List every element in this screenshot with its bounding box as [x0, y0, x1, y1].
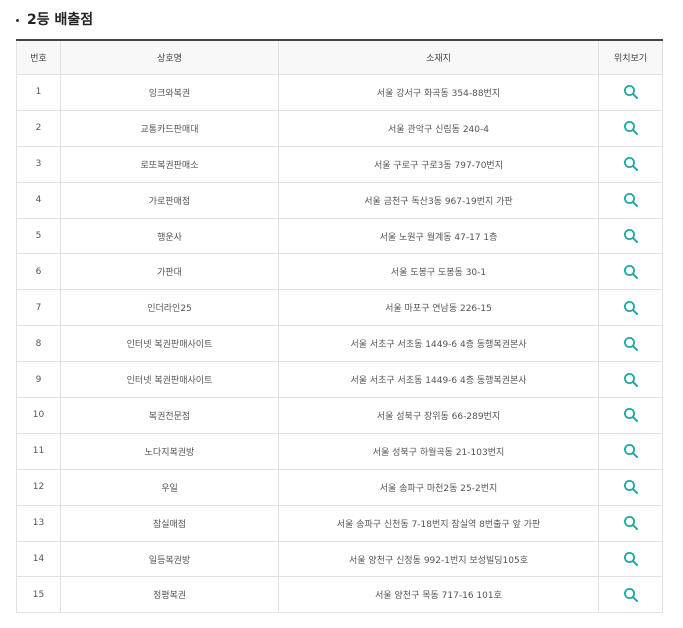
table-row: 5 행운사 서울 노원구 월계동 47-17 1층 [16, 217, 663, 255]
store-name: 로또복권판매소 [60, 145, 279, 183]
search-icon[interactable] [623, 479, 639, 495]
store-name: 일등복권방 [60, 540, 279, 578]
store-address: 서울 송파구 신천동 7-18번지 잠실역 8번출구 앞 가판 [278, 504, 599, 542]
search-icon[interactable] [623, 84, 639, 100]
store-name: 잠실매점 [60, 504, 279, 542]
location-cell [598, 432, 663, 470]
col-header-address: 소재지 [278, 39, 599, 75]
table-row: 15 정평복권 서울 양천구 목동 717-16 101호 [16, 576, 663, 614]
search-icon[interactable] [623, 515, 639, 531]
location-cell [598, 181, 663, 219]
store-address: 서울 도봉구 도봉동 30-1 [278, 253, 599, 291]
location-cell [598, 109, 663, 147]
location-cell [598, 289, 663, 327]
store-address: 서울 금천구 독산3동 967-19번지 가판 [278, 181, 599, 219]
store-name: 노다지복권방 [60, 432, 279, 470]
table-row: 14 일등복권방 서울 양천구 신정동 992-1번지 보성빌딩105호 [16, 540, 663, 578]
search-icon[interactable] [623, 264, 639, 280]
table-row: 6 가판대 서울 도봉구 도봉동 30-1 [16, 253, 663, 291]
row-number: 11 [16, 432, 61, 470]
store-name: 인터넷 복권판매사이트 [60, 361, 279, 399]
second-prize-stores-table: 번호 상호명 소재지 위치보기 1 잉크와복권 서울 강서구 화곡동 354-88번… [16, 39, 663, 614]
table-row: 9 인터넷 복권판매사이트 서울 서초구 서초동 1449-6 4층 동행복권본사 [16, 361, 663, 399]
table-row: 13 잠실매점 서울 송파구 신천동 7-18번지 잠실역 8번출구 앞 가판 [16, 504, 663, 542]
table-row: 8 인터넷 복권판매사이트 서울 서초구 서초동 1449-6 4층 동행복권본사 [16, 325, 663, 363]
search-icon[interactable] [623, 551, 639, 567]
store-address: 서울 강서구 화곡동 354-88번지 [278, 74, 599, 111]
location-cell [598, 325, 663, 363]
table-row: 7 인더라인25 서울 마포구 연남동 226-15 [16, 289, 663, 327]
store-address: 서울 성북구 하월곡동 21-103번지 [278, 432, 599, 470]
search-icon[interactable] [623, 407, 639, 423]
section-header: 2등 배출점 [16, 9, 93, 29]
store-name: 가로판매점 [60, 181, 279, 219]
table-row: 10 복권전문점 서울 성북구 장위동 66-289번지 [16, 397, 663, 434]
bullet-dot [16, 18, 19, 22]
col-header-location: 위치보기 [598, 39, 663, 75]
store-name: 복권전문점 [60, 397, 279, 434]
row-number: 1 [16, 74, 61, 111]
search-icon[interactable] [623, 192, 639, 208]
search-icon[interactable] [623, 336, 639, 352]
location-cell [598, 397, 663, 434]
store-address: 서울 서초구 서초동 1449-6 4층 동행복권본사 [278, 361, 599, 399]
store-name: 정평복권 [60, 576, 279, 614]
row-number: 15 [16, 576, 61, 614]
store-address: 서울 구로구 구로3동 797-70번지 [278, 145, 599, 183]
row-number: 12 [16, 468, 61, 506]
search-icon[interactable] [623, 587, 639, 603]
table-row: 1 잉크와복권 서울 강서구 화곡동 354-88번지 [16, 74, 663, 111]
search-icon[interactable] [623, 443, 639, 459]
table-header-row: 번호 상호명 소재지 위치보기 [16, 39, 663, 75]
store-name: 행운사 [60, 217, 279, 255]
row-number: 3 [16, 145, 61, 183]
store-name: 인터넷 복권판매사이트 [60, 325, 279, 363]
store-address: 서울 노원구 월계동 47-17 1층 [278, 217, 599, 255]
store-name: 잉크와복권 [60, 74, 279, 111]
search-icon[interactable] [623, 120, 639, 136]
location-cell [598, 504, 663, 542]
location-cell [598, 468, 663, 506]
col-header-store-name: 상호명 [60, 39, 279, 75]
store-name: 우일 [60, 468, 279, 506]
store-address: 서울 송파구 마천2동 25-2번지 [278, 468, 599, 506]
row-number: 6 [16, 253, 61, 291]
search-icon[interactable] [623, 156, 639, 172]
store-name: 가판대 [60, 253, 279, 291]
table-row: 12 우일 서울 송파구 마천2동 25-2번지 [16, 468, 663, 506]
store-address: 서울 서초구 서초동 1449-6 4층 동행복권본사 [278, 325, 599, 363]
location-cell [598, 253, 663, 291]
row-number: 4 [16, 181, 61, 219]
row-number: 10 [16, 397, 61, 434]
row-number: 2 [16, 109, 61, 147]
location-cell [598, 540, 663, 578]
table-row: 11 노다지복권방 서울 성북구 하월곡동 21-103번지 [16, 432, 663, 470]
row-number: 14 [16, 540, 61, 578]
table-row: 2 교통카드판매대 서울 관악구 신림동 240-4 [16, 109, 663, 147]
location-cell [598, 74, 663, 111]
row-number: 7 [16, 289, 61, 327]
store-address: 서울 관악구 신림동 240-4 [278, 109, 599, 147]
col-header-number: 번호 [16, 39, 61, 75]
row-number: 8 [16, 325, 61, 363]
store-name: 교통카드판매대 [60, 109, 279, 147]
search-icon[interactable] [623, 300, 639, 316]
table-row: 3 로또복권판매소 서울 구로구 구로3동 797-70번지 [16, 145, 663, 183]
table-row: 4 가로판매점 서울 금천구 독산3동 967-19번지 가판 [16, 181, 663, 219]
location-cell [598, 217, 663, 255]
row-number: 9 [16, 361, 61, 399]
store-name: 인더라인25 [60, 289, 279, 327]
store-address: 서울 양천구 목동 717-16 101호 [278, 576, 599, 614]
section-title: 2등 배출점 [27, 12, 94, 28]
search-icon[interactable] [623, 372, 639, 388]
store-address: 서울 양천구 신정동 992-1번지 보성빌딩105호 [278, 540, 599, 578]
row-number: 13 [16, 504, 61, 542]
store-address: 서울 마포구 연남동 226-15 [278, 289, 599, 327]
location-cell [598, 576, 663, 614]
location-cell [598, 145, 663, 183]
search-icon[interactable] [623, 228, 639, 244]
store-address: 서울 성북구 장위동 66-289번지 [278, 397, 599, 434]
location-cell [598, 361, 663, 399]
row-number: 5 [16, 217, 61, 255]
